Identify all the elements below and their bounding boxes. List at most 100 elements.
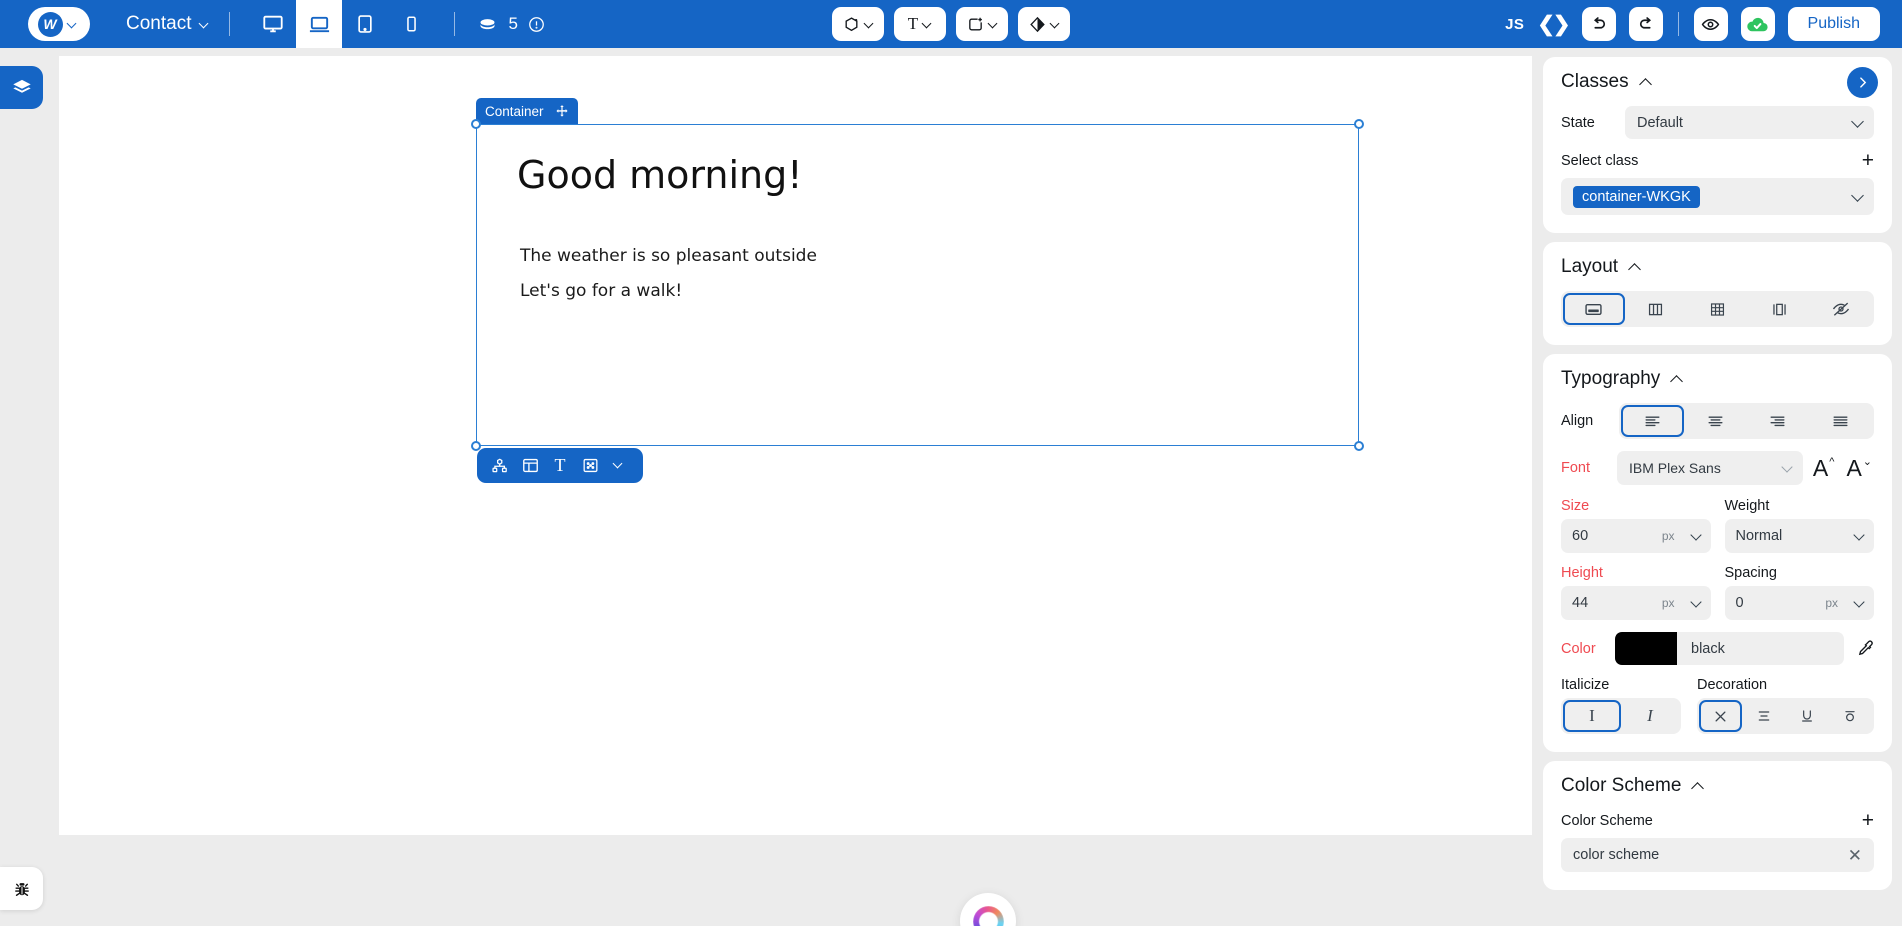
- tablet-icon: [358, 15, 373, 33]
- font-weight-value: Normal: [1735, 528, 1783, 544]
- caret-up-icon[interactable]: [1629, 261, 1641, 273]
- chevron-down-icon[interactable]: [607, 453, 633, 479]
- canvas-area[interactable]: Container Good morning! The weather is s…: [46, 48, 1533, 926]
- redo-button[interactable]: [1628, 7, 1663, 41]
- caret-up-icon[interactable]: [1640, 76, 1652, 88]
- decoration-underline-button[interactable]: [1786, 700, 1829, 732]
- js-button[interactable]: JS: [1505, 16, 1524, 33]
- undo-button[interactable]: [1581, 7, 1616, 41]
- line-height-input[interactable]: 44 px: [1561, 586, 1711, 620]
- italic-I-icon: I: [1647, 706, 1653, 725]
- add-component-button[interactable]: [832, 7, 884, 41]
- display-block-button[interactable]: [1563, 293, 1625, 325]
- layout-columns-icon[interactable]: [517, 453, 543, 479]
- caret-up-icon[interactable]: [1671, 373, 1683, 385]
- classes-header: Classes: [1561, 71, 1874, 93]
- chevron-right-icon: [1860, 77, 1867, 88]
- align-center-button[interactable]: [1684, 405, 1747, 437]
- device-desktop-button[interactable]: [250, 0, 296, 48]
- debug-button[interactable]: [0, 867, 43, 910]
- letter-spacing-label: Spacing: [1724, 565, 1777, 581]
- sitemap-icon[interactable]: [487, 453, 513, 479]
- database-status-group[interactable]: 5: [477, 14, 544, 35]
- decoration-none-button[interactable]: [1699, 700, 1743, 732]
- decoration-strikethrough-button[interactable]: [1829, 700, 1872, 732]
- state-select[interactable]: Default: [1625, 106, 1874, 139]
- preview-button[interactable]: [1693, 7, 1728, 41]
- layout-columns-icon-glyph: [522, 458, 538, 473]
- code-brackets-icon[interactable]: ❮❯: [1537, 12, 1570, 37]
- app-logo-button[interactable]: W: [28, 7, 90, 41]
- chevron-down-icon: [68, 20, 77, 29]
- text-color-field[interactable]: black: [1615, 632, 1844, 665]
- add-color-scheme-button[interactable]: +: [1862, 810, 1874, 831]
- display-none-button[interactable]: [1810, 293, 1872, 325]
- layout-header: Layout: [1561, 256, 1874, 278]
- font-label: Font: [1561, 460, 1591, 476]
- selection-label: Container: [485, 103, 544, 119]
- selection-badge[interactable]: Container: [476, 98, 578, 124]
- font-size-increase-button[interactable]: A ^: [1811, 456, 1837, 480]
- page-paragraph-1[interactable]: The weather is so pleasant outside: [520, 246, 817, 266]
- resize-handle-top-left[interactable]: [471, 119, 481, 129]
- italic-off-button[interactable]: I: [1563, 700, 1621, 732]
- page-paragraph-2[interactable]: Let's go for a walk!: [520, 281, 682, 301]
- color-scheme-value-field[interactable]: color scheme ✕: [1561, 838, 1874, 872]
- font-size-input[interactable]: 60 px: [1561, 519, 1711, 553]
- color-swatch[interactable]: [1615, 632, 1677, 665]
- chevron-down-icon[interactable]: [1689, 529, 1702, 541]
- font-family-select[interactable]: IBM Plex Sans: [1617, 451, 1803, 485]
- letter-spacing-input[interactable]: 0 px: [1724, 586, 1874, 620]
- publish-button[interactable]: Publish: [1787, 7, 1880, 41]
- align-justify-button[interactable]: [1809, 405, 1872, 437]
- theme-contrast-button[interactable]: [1018, 7, 1070, 41]
- chevron-down-icon[interactable]: [1853, 596, 1865, 608]
- display-inline-button[interactable]: [1748, 293, 1810, 325]
- selected-container[interactable]: Container Good morning! The weather is s…: [471, 98, 1364, 451]
- display-flex-button[interactable]: [1625, 293, 1687, 325]
- align-right-button[interactable]: [1747, 405, 1810, 437]
- save-status-button[interactable]: [1740, 7, 1775, 41]
- device-tablet-button[interactable]: [342, 0, 388, 48]
- color-scheme-value: color scheme: [1573, 847, 1660, 863]
- add-element-button[interactable]: [956, 7, 1008, 41]
- flex-columns-icon: [1649, 303, 1663, 315]
- chevron-down-icon: [989, 20, 998, 29]
- device-mobile-button[interactable]: [388, 0, 434, 48]
- chevron-down-icon[interactable]: [1689, 596, 1702, 608]
- laptop-icon: [309, 16, 330, 32]
- typography-header: Typography: [1561, 368, 1874, 390]
- add-class-button[interactable]: +: [1862, 150, 1874, 171]
- device-laptop-button[interactable]: [296, 0, 343, 48]
- state-value: Default: [1637, 114, 1683, 131]
- close-x-icon[interactable]: ✕: [1848, 847, 1862, 864]
- color-row: Color black: [1561, 632, 1874, 665]
- page-preview[interactable]: Container Good morning! The weather is s…: [59, 56, 1532, 835]
- class-chip[interactable]: container-WKGK: [1573, 185, 1700, 208]
- caret-up-icon[interactable]: [1692, 780, 1704, 792]
- expand-panel-button[interactable]: [1847, 67, 1878, 98]
- italic-on-button[interactable]: I: [1621, 700, 1679, 732]
- font-weight-select[interactable]: Normal: [1724, 519, 1874, 553]
- layers-panel-button[interactable]: [0, 66, 43, 109]
- resize-handle-top-right[interactable]: [1354, 119, 1364, 129]
- ai-assistant-button[interactable]: [960, 893, 1016, 926]
- add-text-button[interactable]: T: [894, 7, 946, 41]
- eyedropper-button[interactable]: [1855, 639, 1874, 658]
- typography-title: Typography: [1561, 368, 1661, 389]
- page-selector[interactable]: Contact: [126, 13, 209, 35]
- database-icon: [480, 18, 495, 29]
- weight-field-group: Weight Normal: [1724, 498, 1874, 553]
- align-left-button[interactable]: [1621, 405, 1684, 437]
- padding-box-icon[interactable]: [577, 453, 603, 479]
- eyedropper-icon: [1858, 640, 1873, 656]
- display-grid-button[interactable]: [1687, 293, 1749, 325]
- resize-handle-bottom-right[interactable]: [1354, 441, 1364, 451]
- state-row: State Default: [1561, 106, 1874, 139]
- page-heading[interactable]: Good morning!: [517, 153, 802, 197]
- font-size-decrease-button[interactable]: A ⌄: [1844, 456, 1874, 480]
- class-select-field[interactable]: container-WKGK: [1561, 178, 1874, 215]
- decoration-overline-button[interactable]: [1742, 700, 1785, 732]
- text-T-icon[interactable]: T: [547, 453, 573, 479]
- letter-spacing-value: 0: [1735, 595, 1744, 611]
